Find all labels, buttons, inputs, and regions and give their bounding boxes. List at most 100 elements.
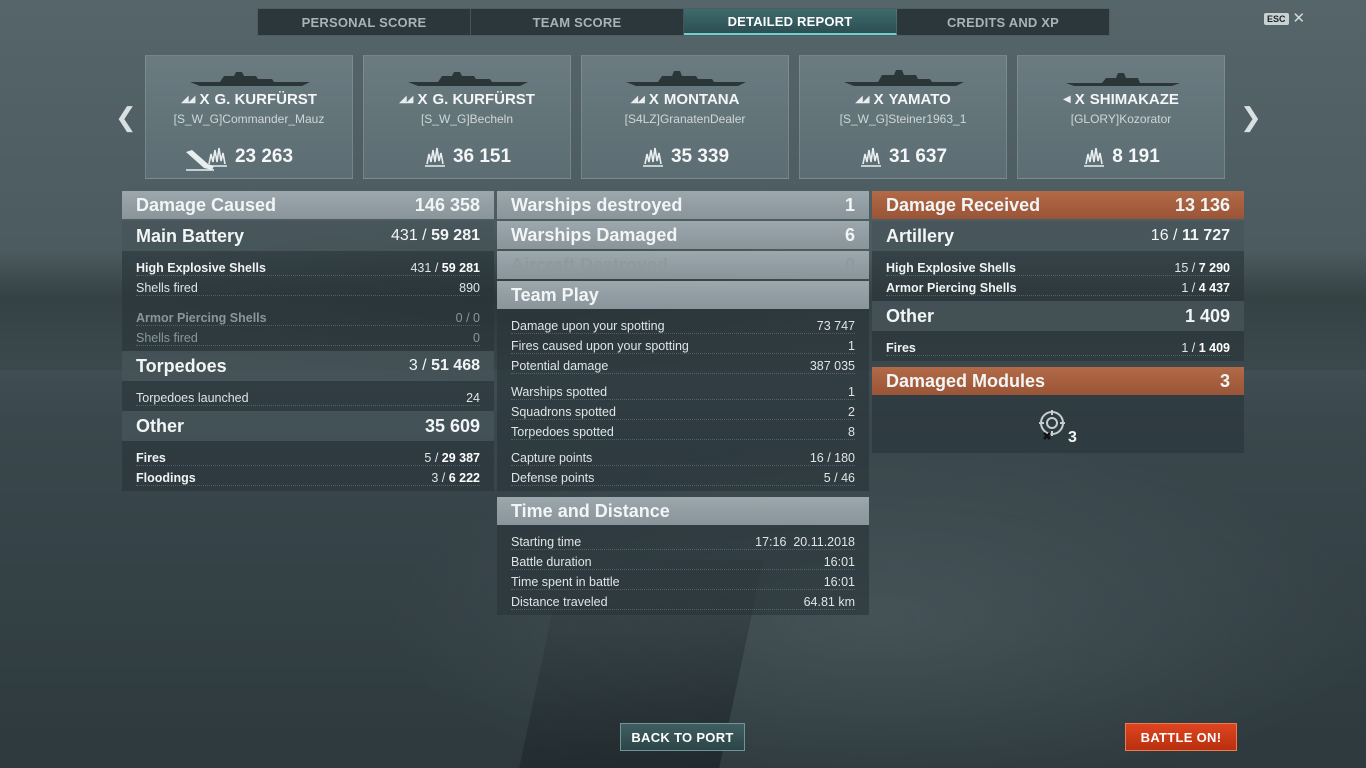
stat-value: 73 747	[816, 319, 855, 333]
stat-value: 3 / 6 222	[431, 471, 480, 485]
time-distance-header: Time and Distance	[497, 497, 869, 525]
torpedoes-body: Torpedoes launched 24	[122, 381, 494, 411]
damage-received-panel: Damage Received 13 136 Artillery 16 / 11…	[872, 191, 1244, 453]
chevron-right-icon[interactable]: ❯	[1240, 104, 1262, 130]
player-score: 35 339	[582, 146, 788, 168]
warships-destroyed-header: Warships destroyed 1	[497, 191, 869, 219]
tab-personal-score[interactable]: PERSONAL SCORE	[258, 9, 471, 35]
close-button[interactable]: ESC ✕	[1264, 11, 1305, 26]
hits-count: 1 /	[1181, 341, 1199, 355]
destroyer-silhouette-icon	[1066, 73, 1180, 86]
player-name: [S_W_G]Steiner1963_1	[839, 112, 967, 126]
section-total: 13 136	[1174, 194, 1230, 215]
stat-value: 6	[844, 224, 855, 245]
section-title: Torpedoes	[136, 355, 227, 376]
artillery-header: Artillery 16 / 11 727	[872, 221, 1244, 251]
stat-value: 64.81 km	[803, 595, 855, 609]
stat-label: Squadrons spotted	[511, 405, 616, 419]
damage-amount: 59 281	[431, 227, 480, 244]
damaged-modules-header: Damaged Modules 3	[872, 367, 1244, 395]
hits-count: 5 /	[424, 451, 442, 465]
stat-value: 16 / 180	[809, 451, 855, 465]
damaged-module-icon	[1039, 410, 1065, 440]
stat-value: 0 / 0	[456, 311, 480, 325]
other-header: Other 35 609	[122, 411, 494, 441]
player-score: 31 637	[800, 146, 1006, 168]
stat-label: Starting time	[511, 535, 582, 549]
stat-row: Floodings 3 / 6 222	[136, 466, 480, 486]
stat-row: Battle duration 16:01	[511, 550, 855, 570]
stat-label: High Explosive Shells	[886, 261, 1016, 275]
stat-label: Aircraft Destroyed	[511, 254, 669, 275]
section-title: Damage Received	[886, 194, 1041, 215]
hits-count: 3 /	[408, 357, 432, 374]
stat-row: Starting time 17:16 20.11.2018	[511, 530, 855, 550]
stat-value: 8	[848, 425, 855, 439]
stat-value: 5 / 29 387	[424, 451, 480, 465]
player-card[interactable]: ◢◢ X YAMATO [S_W_G]Steiner1963_1 31 637	[799, 55, 1007, 179]
score-value: 23 263	[234, 146, 294, 167]
damage-amount: 6 222	[448, 471, 480, 485]
tab-detailed-report[interactable]: DETAILED REPORT	[684, 9, 897, 35]
section-value: 16 / 11 727	[1151, 227, 1230, 245]
stat-value: 24	[466, 391, 480, 405]
team-play-header: Team Play	[497, 281, 869, 309]
section-title: Time and Distance	[511, 500, 670, 521]
stat-label: Fires caused upon your spotting	[511, 339, 689, 353]
ship-tier: X	[417, 91, 428, 108]
score-value: 31 637	[888, 146, 948, 167]
tab-credits-and-xp[interactable]: CREDITS AND XP	[897, 9, 1109, 35]
stat-value: 1 / 4 437	[1181, 281, 1230, 295]
stat-label: Fires	[136, 451, 166, 465]
ship-tier: X	[199, 91, 210, 108]
stat-row: Warships spotted 1	[511, 380, 855, 400]
section-total: 1 409	[1184, 305, 1230, 326]
player-name: [S_W_G]Commander_Mauz	[173, 112, 325, 126]
aircraft-destroyed-header: Aircraft Destroyed 0	[497, 251, 869, 279]
warships-damaged-header: Warships Damaged 6	[497, 221, 869, 249]
battle-on-button[interactable]: BATTLE ON!	[1125, 723, 1237, 751]
damage-amount: 0	[473, 311, 480, 325]
player-card[interactable]: ◀ X SHIMAKAZE [GLORY]Kozorator 8 191	[1017, 55, 1225, 179]
stat-label: Warships destroyed	[511, 194, 683, 215]
stat-label: Damage upon your spotting	[511, 319, 665, 333]
ship-tier: X	[1074, 91, 1085, 108]
damage-amount: 51 468	[431, 357, 480, 374]
battle-summary-panel: Warships destroyed 1 Warships Damaged 6 …	[497, 191, 869, 615]
chevron-left-icon[interactable]: ❮	[115, 104, 137, 130]
stat-label: Shells fired	[136, 281, 198, 295]
back-to-port-button[interactable]: BACK TO PORT	[620, 723, 745, 751]
torpedoes-header: Torpedoes 3 / 51 468	[122, 351, 494, 381]
battleship-class-icon: ◢◢	[630, 94, 645, 105]
stat-row: Torpedoes launched 24	[136, 386, 480, 406]
stat-value: 431 / 59 281	[410, 261, 480, 275]
damage-splash-icon	[642, 147, 663, 167]
player-card[interactable]: ◢◢ X G. KURFÜRST [S_W_G]Becheln 36 151	[363, 55, 571, 179]
tab-team-score[interactable]: TEAM SCORE	[471, 9, 684, 35]
hits-count: 0 /	[455, 311, 474, 325]
stat-value: 5 / 46	[823, 471, 855, 485]
hits-count: 1 /	[1181, 281, 1199, 295]
ship-title: MONTANA	[663, 91, 740, 108]
stat-label: Armor Piercing Shells	[886, 281, 1017, 295]
player-card[interactable]: ◢◢ X G. KURFÜRST [S_W_G]Commander_Mauz 2…	[145, 55, 353, 179]
damage-caused-panel: Damage Caused 146 358 Main Battery 431 /…	[122, 191, 494, 491]
ship-tier: X	[873, 91, 884, 108]
module-count: 3	[1068, 429, 1077, 446]
stat-label: Torpedoes spotted	[511, 425, 614, 439]
damage-splash-icon	[1084, 147, 1105, 167]
stat-value: 15 / 7 290	[1174, 261, 1230, 275]
damage-amount: 59 281	[441, 261, 480, 275]
stat-value: 387 035	[809, 359, 855, 373]
stat-label: Floodings	[136, 471, 196, 485]
section-title: Other	[136, 415, 185, 436]
hits-count: 431 /	[391, 227, 432, 244]
player-card[interactable]: ◢◢ X MONTANA [S4LZ]GranatenDealer 35 339	[581, 55, 789, 179]
esc-key-icon: ESC	[1264, 13, 1289, 25]
score-value: 35 339	[670, 146, 730, 167]
stat-row: High Explosive Shells 431 / 59 281	[136, 256, 480, 276]
stat-value: 1	[848, 339, 855, 353]
stat-row: High Explosive Shells 15 / 7 290	[886, 256, 1230, 276]
score-value: 8 191	[1112, 146, 1160, 167]
stat-value: 0	[844, 254, 855, 275]
